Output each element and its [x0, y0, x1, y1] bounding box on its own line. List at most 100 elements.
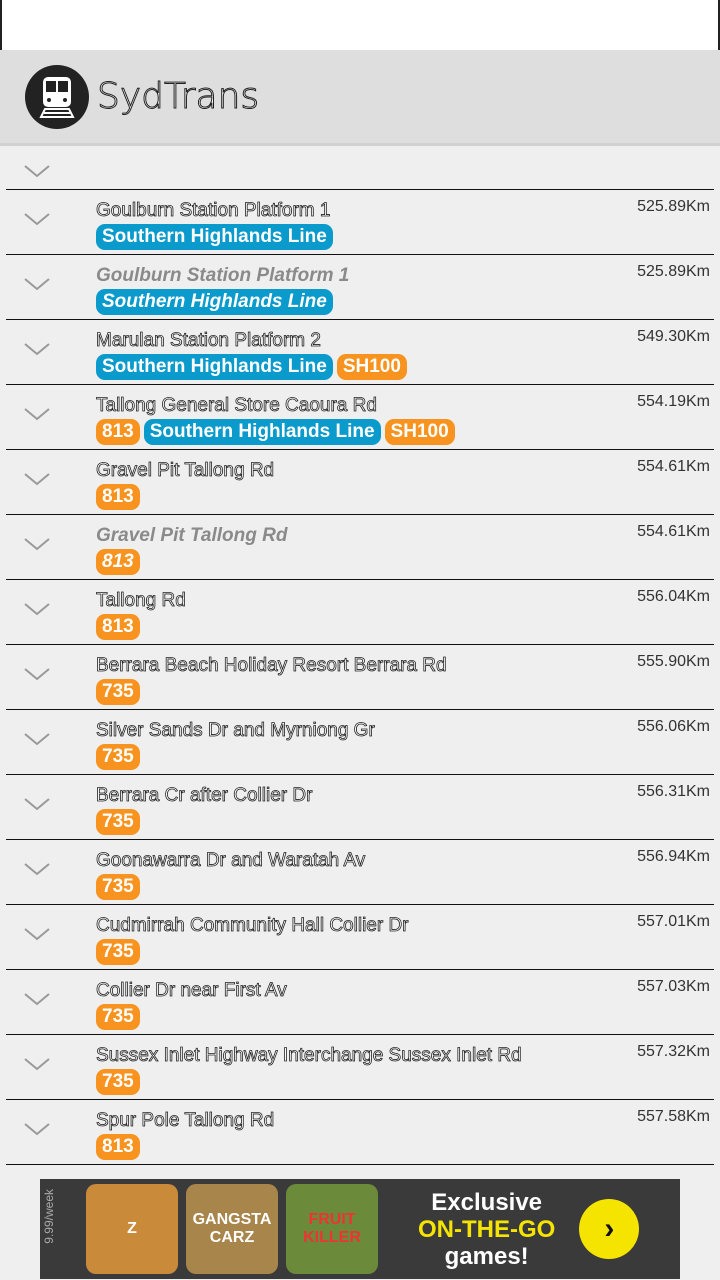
stop-name: Goonawarra Dr and Waratah Av: [96, 850, 366, 872]
route-badge[interactable]: Southern Highlands Line: [96, 354, 333, 380]
list-item[interactable]: Gravel Pit Tallong Rd 554.61Km 813: [6, 450, 714, 515]
chevron-down-icon[interactable]: [24, 667, 50, 681]
stop-distance: 554.19Km: [637, 393, 710, 410]
chevron-down-icon[interactable]: [24, 1122, 50, 1136]
stop-list[interactable]: Goulburn Station Platform 1 525.89Km South…: [0, 146, 720, 1280]
route-badge[interactable]: 813: [96, 484, 140, 510]
route-badge[interactable]: Southern Highlands Line: [96, 224, 333, 250]
stop-name: Collier Dr near First Av: [96, 980, 288, 1002]
stop-name: Sussex Inlet Highway Interchange Sussex …: [96, 1045, 522, 1067]
stop-name: Cudmirrah Community Hall Collier Dr: [96, 915, 409, 937]
route-badge[interactable]: 735: [96, 679, 140, 705]
route-badge[interactable]: 735: [96, 1069, 140, 1095]
stop-name: Gravel Pit Tallong Rd: [96, 525, 288, 546]
route-badge[interactable]: SH100: [384, 419, 455, 445]
stop-distance: 549.30Km: [637, 328, 710, 345]
route-badge[interactable]: 735: [96, 874, 140, 900]
list-item[interactable]: Tallong Rd 556.04Km 813: [6, 580, 714, 645]
list-item[interactable]: Goulburn Station Platform 1 525.89Km South…: [6, 190, 714, 255]
list-item[interactable]: Spur Pole Tallong Rd 557.58Km 813: [6, 1100, 714, 1165]
stop-distance: 554.61Km: [637, 458, 710, 475]
list-item[interactable]: Cudmirrah Community Hall Collier Dr 557.0…: [6, 905, 714, 970]
list-item[interactable]: Berrara Cr after Collier Dr 556.31Km 735: [6, 775, 714, 840]
stop-distance: 525.89Km: [637, 198, 710, 215]
list-item[interactable]: Tallong General Store Caoura Rd 554.19Km 8…: [6, 385, 714, 450]
stop-distance: 525.89Km: [637, 263, 710, 280]
route-badge[interactable]: 813: [96, 1134, 140, 1160]
ad-line: Exclusive: [431, 1188, 543, 1216]
ad-line: ON-THE-GO: [418, 1215, 556, 1243]
stop-distance: 554.61Km: [637, 523, 710, 540]
list-item[interactable]: Berrara Beach Holiday Resort Berrara Rd 5…: [6, 645, 714, 710]
route-badge[interactable]: 813: [96, 549, 140, 575]
route-badge[interactable]: Southern Highlands Line: [96, 289, 333, 315]
ad-price: 9.99/week: [42, 1189, 56, 1244]
route-badge[interactable]: 735: [96, 1004, 140, 1030]
train-icon: [25, 64, 89, 129]
route-badge[interactable]: SH100: [336, 354, 407, 380]
route-badges: Southern Highlands Line: [96, 224, 333, 250]
route-badge[interactable]: 735: [96, 744, 140, 770]
stop-distance: 556.04Km: [637, 588, 710, 605]
ad-game-tile[interactable]: FRUIT KILLER: [286, 1184, 378, 1274]
chevron-down-icon[interactable]: [24, 927, 50, 941]
stop-name: Berrara Cr after Collier Dr: [96, 785, 313, 807]
list-item[interactable]: Goulburn Station Platform 1 525.89Km South…: [6, 255, 714, 320]
route-badge[interactable]: Southern Highlands Line: [143, 419, 381, 445]
list-item[interactable]: Goonawarra Dr and Waratah Av 556.94Km 735: [6, 840, 714, 905]
route-badge[interactable]: 735: [96, 809, 140, 835]
list-item[interactable]: Sussex Inlet Highway Interchange Sussex …: [6, 1035, 714, 1100]
list-item[interactable]: Collier Dr near First Av 557.03Km 735: [6, 970, 714, 1035]
ad-game-tile[interactable]: Z: [86, 1184, 178, 1274]
route-badges: 735: [96, 744, 140, 770]
stop-name: Goulburn Station Platform 1: [96, 200, 331, 222]
stop-name: Silver Sands Dr and Myrniong Gr: [96, 720, 376, 742]
route-badges: 813: [96, 614, 140, 640]
chevron-down-icon[interactable]: [24, 407, 50, 421]
stop-distance: 556.31Km: [637, 783, 710, 800]
app-title: SydTrans: [96, 76, 260, 118]
ad-game-tile[interactable]: GANGSTA CARZ: [186, 1184, 278, 1274]
route-badges: 735: [96, 1004, 140, 1030]
stop-distance: 557.03Km: [637, 978, 710, 995]
route-badges: Southern Highlands Line SH100: [96, 354, 407, 380]
status-bar: [0, 0, 720, 50]
stop-name: Tallong Rd: [96, 590, 187, 612]
chevron-down-icon[interactable]: [24, 732, 50, 746]
ad-line: games!: [444, 1242, 529, 1270]
stop-distance: 556.94Km: [637, 848, 710, 865]
stop-name: Tallong General Store Caoura Rd: [96, 395, 378, 417]
route-badge[interactable]: 813: [96, 614, 140, 640]
chevron-down-icon[interactable]: [24, 797, 50, 811]
ad-banner[interactable]: 9.99/week Z GANGSTA CARZ FRUIT KILLER Ex…: [40, 1179, 680, 1279]
list-header[interactable]: [6, 146, 714, 190]
chevron-down-icon[interactable]: [24, 277, 50, 291]
stop-distance: 555.90Km: [637, 653, 710, 670]
route-badges: 735: [96, 939, 140, 965]
chevron-down-icon[interactable]: [24, 537, 50, 551]
list-item[interactable]: Gravel Pit Tallong Rd 554.61Km 813: [6, 515, 714, 580]
chevron-down-icon[interactable]: [24, 342, 50, 356]
stop-name: Marulan Station Platform 2: [96, 330, 322, 352]
chevron-down-icon[interactable]: [24, 212, 50, 226]
stop-distance: 557.58Km: [637, 1108, 710, 1125]
route-badges: 813: [96, 484, 140, 510]
route-badges: 813 Southern Highlands Line SH100: [96, 419, 455, 445]
stop-name: Berrara Beach Holiday Resort Berrara Rd: [96, 655, 447, 677]
chevron-down-icon[interactable]: [24, 992, 50, 1006]
stop-distance: 557.32Km: [637, 1043, 710, 1060]
route-badges: Southern Highlands Line: [96, 289, 333, 315]
chevron-down-icon[interactable]: [24, 164, 50, 178]
list-item[interactable]: Silver Sands Dr and Myrniong Gr 556.06Km 7…: [6, 710, 714, 775]
route-badge[interactable]: 813: [96, 419, 140, 445]
chevron-down-icon[interactable]: [24, 1057, 50, 1071]
route-badge[interactable]: 735: [96, 939, 140, 965]
chevron-down-icon[interactable]: [24, 602, 50, 616]
stop-name: Spur Pole Tallong Rd: [96, 1110, 275, 1132]
chevron-down-icon[interactable]: [24, 472, 50, 486]
list-item[interactable]: Marulan Station Platform 2 549.30Km Southe…: [6, 320, 714, 385]
chevron-right-icon[interactable]: ›: [579, 1199, 640, 1259]
action-bar: SydTrans: [0, 50, 720, 146]
ad-text: Exclusive ON-THE-GO games!: [418, 1189, 555, 1270]
chevron-down-icon[interactable]: [24, 862, 50, 876]
